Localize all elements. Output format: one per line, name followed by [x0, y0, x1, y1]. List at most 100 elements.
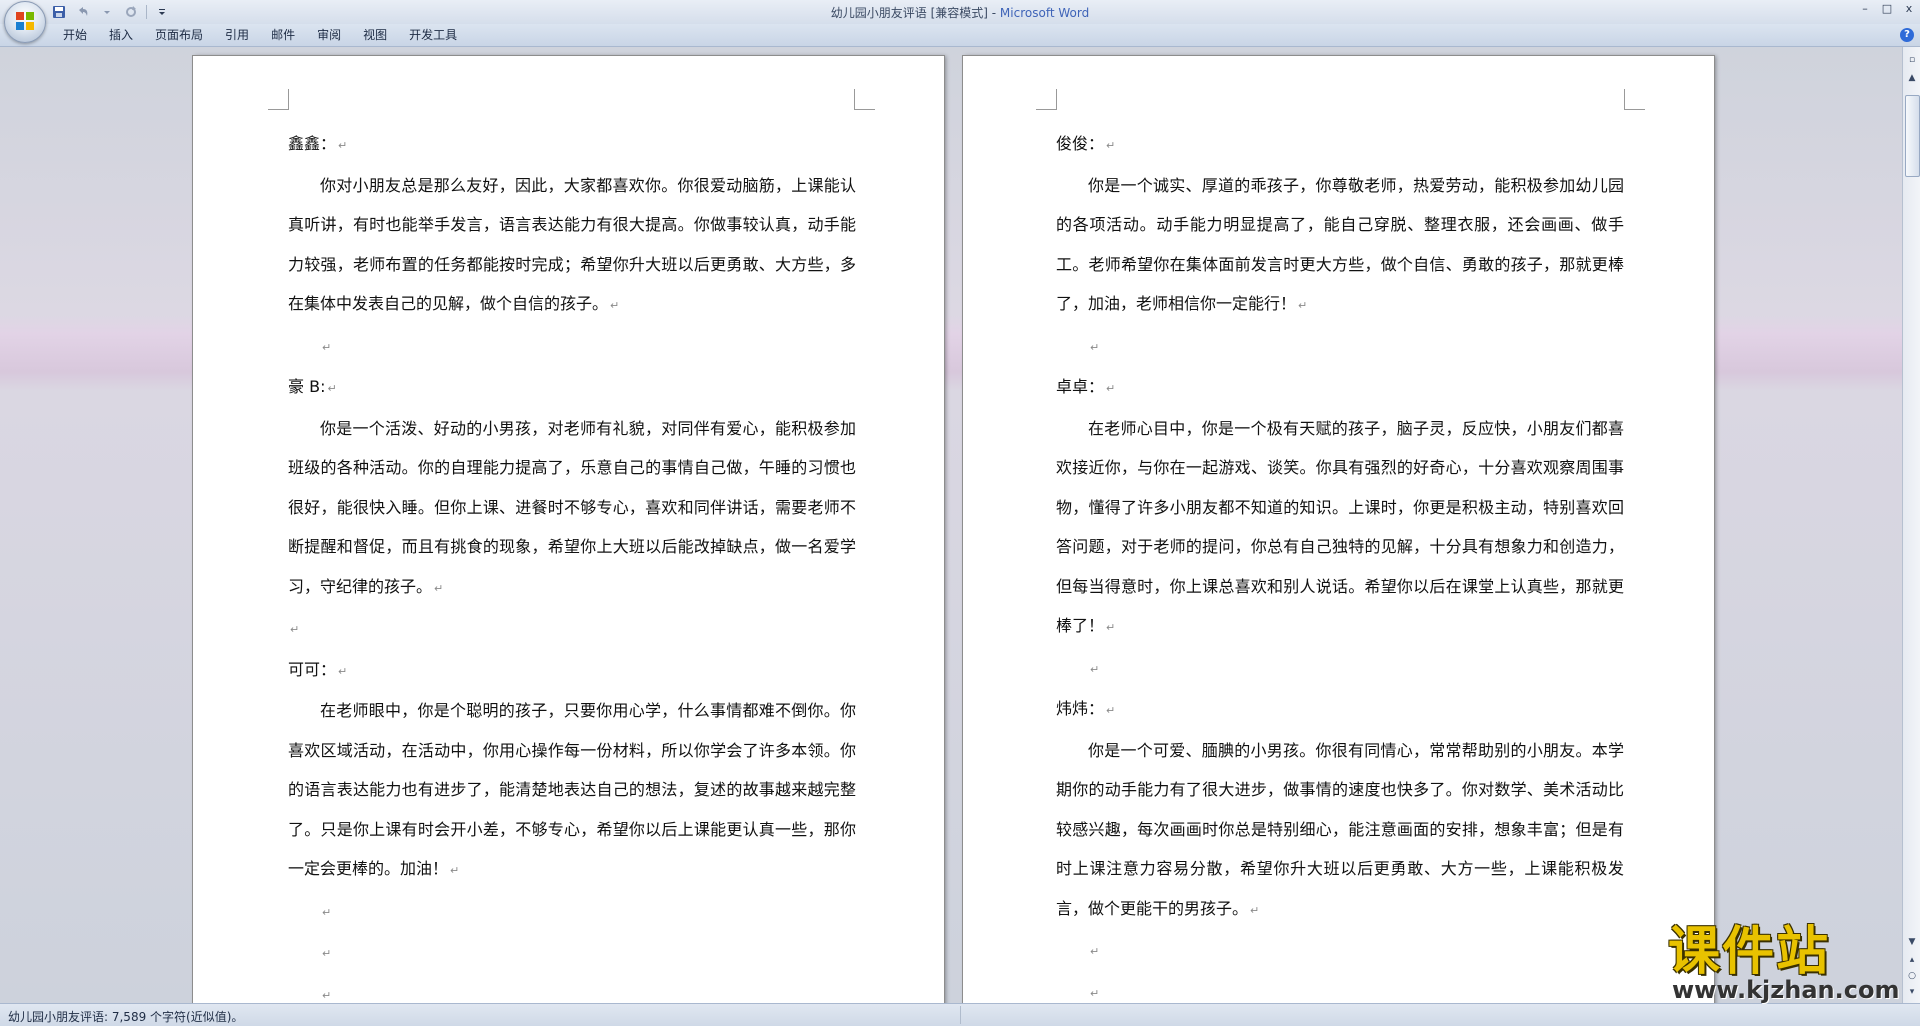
minimize-button[interactable]: –	[1858, 2, 1872, 15]
undo-icon[interactable]	[74, 4, 92, 20]
redo-icon[interactable]	[122, 4, 140, 20]
paragraph-mark-icon: ↵	[322, 988, 332, 1002]
office-button[interactable]	[4, 1, 46, 43]
maximize-button[interactable]: □	[1880, 2, 1894, 15]
empty-paragraph[interactable]: ↵	[1056, 648, 1624, 690]
comment-paragraph[interactable]: 你是一个活泼、好动的小男孩，对老师有礼貌，对同伴有爱心，能积极参加班级的各种活动…	[288, 409, 856, 609]
empty-paragraph[interactable]: ↵	[288, 974, 856, 1004]
student-name: 卓卓：	[1056, 377, 1105, 396]
student-name-heading[interactable]: 卓卓： ↵	[1056, 367, 1624, 409]
comment-text: 在老师眼中，你是个聪明的孩子，只要你用心学，什么事情都难不倒你。你喜欢区域活动，…	[288, 701, 856, 878]
paragraph-mark-icon: ↵	[322, 947, 332, 960]
paragraph-mark-icon: ↵	[327, 382, 337, 395]
tab-view[interactable]: 视图	[352, 24, 398, 46]
empty-paragraph[interactable]: ↵	[288, 608, 856, 650]
student-name: 炜炜：	[1056, 699, 1105, 718]
tab-developer[interactable]: 开发工具	[398, 24, 468, 46]
save-icon[interactable]	[50, 4, 68, 20]
student-name: 鑫鑫：	[288, 134, 337, 153]
crop-mark-top-right	[1624, 89, 1645, 110]
paragraph-mark-icon: ↵	[1106, 382, 1116, 395]
paragraph-mark-icon: ↵	[1090, 986, 1100, 1000]
close-button[interactable]: x	[1902, 2, 1916, 15]
comment-text: 你是一个可爱、腼腆的小男孩。你很有同情心，常常帮助别的小朋友。本学期你的动手能力…	[1056, 740, 1624, 918]
paragraph-mark-icon: ↵	[290, 623, 300, 636]
vertical-scrollbar[interactable]: ▫ ▲ ▼ ▴ ○ ▾	[1902, 47, 1920, 1003]
student-name: 可可：	[288, 659, 337, 679]
paragraph-mark-icon: ↵	[1090, 340, 1100, 354]
comment-text: 你对小朋友总是那么友好，因此，大家都喜欢你。你很爱动脑筋，上课能认真听讲，有时也…	[288, 175, 856, 314]
paragraph-mark-icon: ↵	[1298, 299, 1308, 312]
tab-review[interactable]: 审阅	[306, 24, 352, 46]
comment-paragraph[interactable]: 在老师心目中，你是一个极有天赋的孩子，脑子灵，反应快，小朋友们都喜欢接近你，与你…	[1056, 409, 1624, 648]
window-title-doc: 幼儿园小朋友评语 [兼容模式] -	[830, 6, 1000, 20]
paragraph-mark-icon: ↵	[450, 864, 460, 877]
quick-access-toolbar	[50, 3, 171, 21]
paragraph-mark-icon: ↵	[1090, 662, 1100, 676]
ribbon-tab-bar: 开始 插入 页面布局 引用 邮件 审阅 视图 开发工具 ?	[0, 24, 1920, 47]
paragraph-mark-icon: ↵	[322, 340, 332, 354]
customize-qat-icon[interactable]	[153, 4, 171, 20]
paragraph-mark-icon: ↵	[434, 581, 444, 595]
tab-home[interactable]: 开始	[52, 24, 98, 46]
page-left-text[interactable]: 鑫鑫： ↵ 你对小朋友总是那么友好，因此，大家都喜欢你。你很爱动脑筋，上课能认真听讲…	[288, 124, 856, 1003]
tab-references[interactable]: 引用	[214, 24, 260, 46]
paragraph-mark-icon: ↵	[1090, 945, 1100, 958]
crop-mark-top-left	[268, 89, 289, 110]
empty-paragraph[interactable]: ↵	[1056, 972, 1624, 1004]
document-page-left[interactable]: 鑫鑫： ↵ 你对小朋友总是那么友好，因此，大家都喜欢你。你很爱动脑筋，上课能认真听讲…	[193, 56, 944, 1003]
word-count-status[interactable]: 幼儿园小朋友评语: 7,589 个字符(近似值)。	[8, 1008, 243, 1025]
ribbon-tabs: 开始 插入 页面布局 引用 邮件 审阅 视图 开发工具	[52, 24, 468, 46]
student-name-heading[interactable]: 豪 B: ↵	[288, 367, 856, 409]
scroll-up-icon[interactable]: ▲	[1905, 71, 1919, 85]
comment-text: 你是一个诚实、厚道的乖孩子，你尊敬老师，热爱劳动，能积极参加幼儿园的各项活动。动…	[1056, 175, 1624, 314]
student-name-heading[interactable]: 鑫鑫： ↵	[288, 124, 856, 166]
paragraph-mark-icon: ↵	[1106, 704, 1116, 717]
previous-page-icon[interactable]: ▴	[1905, 953, 1919, 967]
watermark-url: www.kjzhan.com	[1672, 976, 1900, 1004]
paragraph-mark-icon: ↵	[1106, 621, 1116, 634]
comment-paragraph[interactable]: 你是一个诚实、厚道的乖孩子，你尊敬老师，热爱劳动，能积极参加幼儿园的各项活动。动…	[1056, 166, 1624, 326]
status-bar: 幼儿园小朋友评语: 7,589 个字符(近似值)。	[0, 1003, 1920, 1026]
empty-paragraph[interactable]: ↵	[288, 932, 856, 974]
comment-paragraph[interactable]: 在老师眼中，你是个聪明的孩子，只要你用心学，什么事情都难不倒你。你喜欢区域活动，…	[288, 691, 856, 891]
paragraph-mark-icon: ↵	[1106, 139, 1116, 152]
page-right-text[interactable]: 俊俊： ↵ 你是一个诚实、厚道的乖孩子，你尊敬老师，热爱劳动，能积极参加幼儿园的各项…	[1056, 124, 1624, 1003]
select-browse-object-icon[interactable]: ○	[1905, 969, 1919, 983]
help-icon[interactable]: ?	[1900, 28, 1914, 42]
paragraph-mark-icon: ↵	[610, 299, 620, 312]
empty-paragraph[interactable]: ↵	[288, 891, 856, 933]
comment-paragraph[interactable]: 你对小朋友总是那么友好，因此，大家都喜欢你。你很爱动脑筋，上课能认真听讲，有时也…	[288, 166, 856, 326]
empty-paragraph[interactable]: ↵	[1056, 930, 1624, 972]
tab-insert[interactable]: 插入	[98, 24, 144, 46]
tab-page-layout[interactable]: 页面布局	[144, 24, 214, 46]
next-page-icon[interactable]: ▾	[1905, 985, 1919, 999]
crop-mark-top-left	[1036, 89, 1057, 110]
comment-text: 在老师心目中，你是一个极有天赋的孩子，脑子灵，反应快，小朋友们都喜欢接近你，与你…	[1056, 418, 1624, 636]
title-bar: 幼儿园小朋友评语 [兼容模式] - Microsoft Word – □ x	[0, 0, 1920, 24]
paragraph-mark-icon: ↵	[338, 139, 348, 152]
student-name-heading[interactable]: 炜炜： ↵	[1056, 689, 1624, 731]
empty-paragraph[interactable]: ↵	[1056, 326, 1624, 368]
status-separator	[960, 1006, 961, 1024]
document-workspace: 鑫鑫： ↵ 你对小朋友总是那么友好，因此，大家都喜欢你。你很爱动脑筋，上课能认真听讲…	[0, 47, 1902, 1003]
ruler-toggle-icon[interactable]: ▫	[1905, 53, 1919, 67]
document-page-right[interactable]: 俊俊： ↵ 你是一个诚实、厚道的乖孩子，你尊敬老师，热爱劳动，能积极参加幼儿园的各项…	[963, 56, 1714, 1003]
scroll-down-icon[interactable]: ▼	[1905, 935, 1919, 949]
student-name-heading[interactable]: 俊俊： ↵	[1056, 124, 1624, 166]
paragraph-mark-icon: ↵	[338, 664, 348, 678]
paragraph-mark-icon: ↵	[1250, 903, 1260, 917]
tab-mailings[interactable]: 邮件	[260, 24, 306, 46]
crop-mark-top-right	[854, 89, 875, 110]
window-title: 幼儿园小朋友评语 [兼容模式] - Microsoft Word	[0, 4, 1920, 21]
comment-text: 你是一个活泼、好动的小男孩，对老师有礼貌，对同伴有爱心，能积极参加班级的各种活动…	[288, 418, 856, 596]
student-name: 俊俊：	[1056, 134, 1105, 153]
student-name-heading[interactable]: 可可： ↵	[288, 650, 856, 692]
empty-paragraph[interactable]: ↵	[288, 326, 856, 368]
window-controls: – □ x	[1858, 2, 1916, 15]
paragraph-mark-icon: ↵	[322, 905, 332, 919]
scroll-thumb[interactable]	[1905, 95, 1920, 177]
comment-paragraph[interactable]: 你是一个可爱、腼腆的小男孩。你很有同情心，常常帮助别的小朋友。本学期你的动手能力…	[1056, 731, 1624, 931]
undo-dropdown-icon[interactable]	[98, 4, 116, 20]
window-title-app: Microsoft Word	[999, 6, 1090, 20]
